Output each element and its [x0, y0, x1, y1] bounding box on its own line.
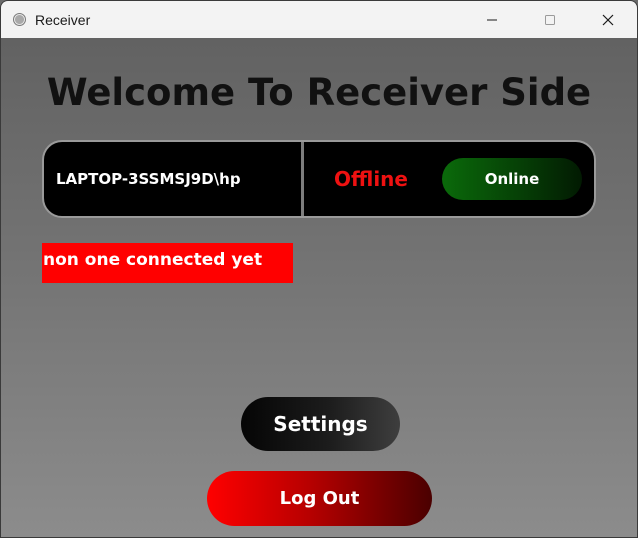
minimize-button[interactable]	[463, 1, 521, 38]
status-panel: LAPTOP-3SSMSJ9D\hp Offline Online	[42, 140, 596, 218]
app-circle-icon	[13, 13, 26, 26]
close-icon	[602, 14, 614, 25]
logout-button[interactable]: Log Out	[207, 471, 432, 526]
close-button[interactable]	[579, 1, 637, 38]
online-button[interactable]: Online	[442, 158, 582, 200]
minimize-icon	[487, 19, 497, 20]
window-title: Receiver	[35, 11, 91, 28]
connection-status-banner: non one connected yet	[42, 243, 293, 283]
title-bar[interactable]: Receiver	[1, 1, 637, 38]
connection-status-text: Offline	[334, 167, 408, 191]
window-controls	[463, 1, 637, 38]
maximize-button[interactable]	[521, 1, 579, 38]
maximize-icon	[545, 14, 555, 25]
device-name-label: LAPTOP-3SSMSJ9D\hp	[56, 170, 241, 188]
settings-button[interactable]: Settings	[241, 397, 400, 451]
main-content: Welcome To Receiver Side LAPTOP-3SSMSJ9D…	[1, 38, 637, 537]
panel-divider	[301, 142, 304, 216]
receiver-window: Receiver Welcome To Receiver Side LAPTOP…	[0, 0, 638, 538]
page-title: Welcome To Receiver Side	[46, 71, 592, 114]
